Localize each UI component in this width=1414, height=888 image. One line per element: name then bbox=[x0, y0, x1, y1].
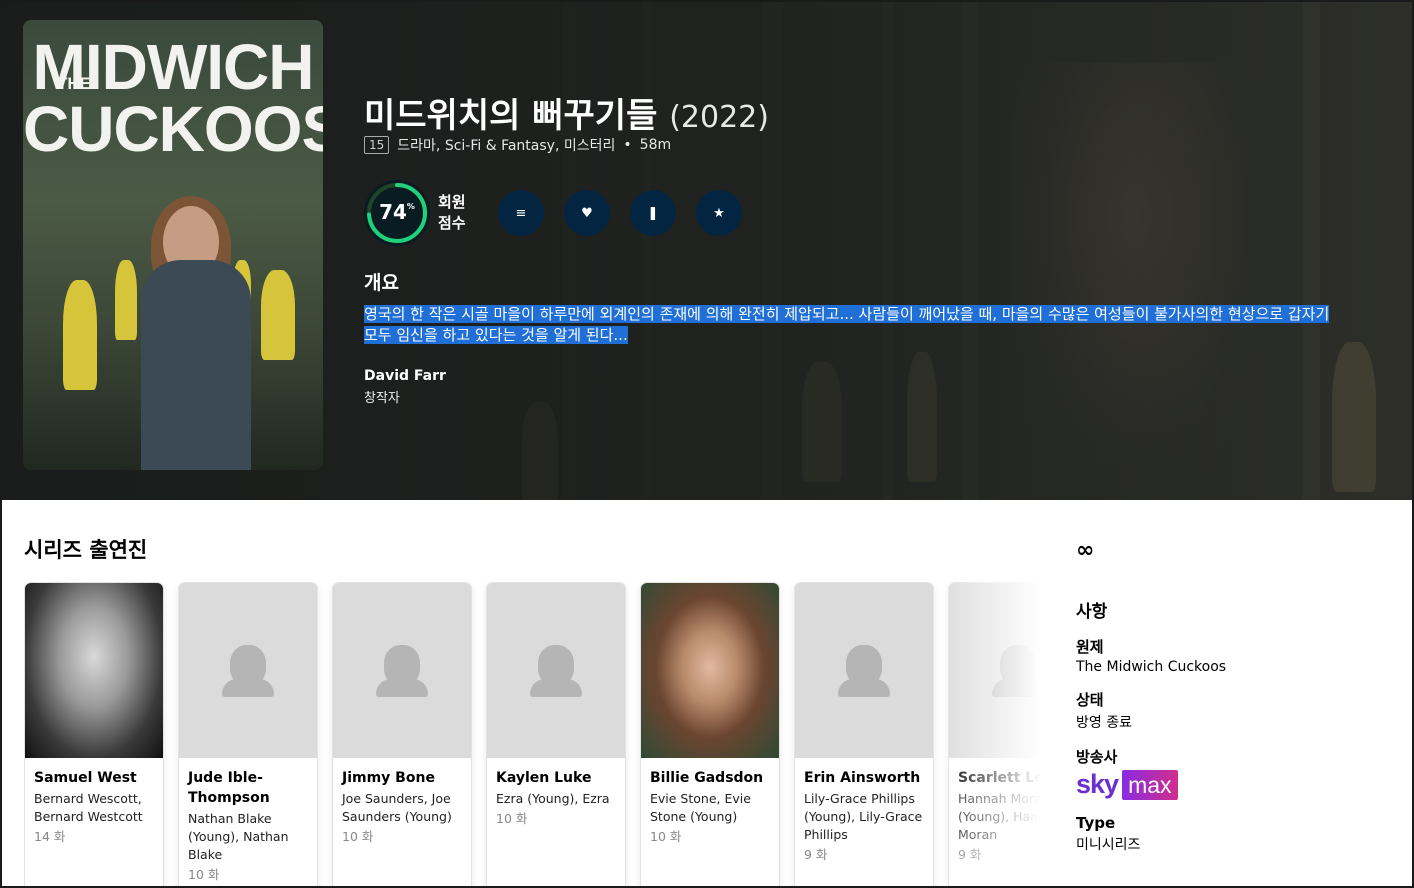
cast-episodes: 10 화 bbox=[650, 829, 682, 844]
cast-info: Kaylen Luke Ezra (Young), Ezra 10 화 bbox=[487, 758, 625, 838]
hero-header: MIDWICH CUCKOOS THE 미드위치의 뻐꾸기들 (2022) 15… bbox=[2, 2, 1412, 500]
placeholder-person-icon[interactable] bbox=[795, 583, 933, 758]
cast-heading: 시리즈 출연진 bbox=[24, 538, 148, 562]
cast-episodes: 14 화 bbox=[34, 829, 66, 844]
cast-scroller[interactable]: Samuel West Bernard Wescott, Bernard West… bbox=[24, 582, 1046, 886]
placeholder-person-icon[interactable] bbox=[333, 583, 471, 758]
runtime: 58m bbox=[639, 137, 672, 153]
show-title-text[interactable]: 미드위치의 뻐꾸기들 bbox=[364, 96, 657, 136]
cast-name[interactable]: Jimmy Bone bbox=[342, 768, 462, 788]
certification-badge: 15 bbox=[364, 136, 390, 154]
meta-separator: • bbox=[623, 137, 632, 153]
cast-photo[interactable] bbox=[25, 583, 163, 758]
show-title: 미드위치의 뻐꾸기들 (2022) bbox=[364, 88, 769, 137]
link-icon[interactable]: ∞ bbox=[1076, 538, 1396, 563]
bookmark-icon: ❚ bbox=[647, 205, 659, 221]
cast-episodes: 9 화 bbox=[804, 847, 828, 862]
cast-name[interactable]: Kaylen Luke bbox=[496, 768, 616, 788]
favorite-button[interactable]: ♥ bbox=[564, 190, 610, 236]
star-icon: ★ bbox=[713, 205, 725, 221]
poster-title-the: THE bbox=[57, 74, 91, 93]
cast-card[interactable]: Jude Ible-Thompson Nathan Blake (Young), … bbox=[178, 582, 318, 886]
score-value: 74% bbox=[379, 200, 415, 224]
creator-name[interactable]: David Farr bbox=[364, 368, 446, 384]
overview-heading: 개요 bbox=[364, 272, 399, 294]
action-bar: 74% 회원 점수 ≡ ♥ ❚ ★ bbox=[364, 180, 742, 246]
facts-sidebar: ∞ 사항 원제 The Midwich Cuckoos 상태 방영 종료 방송사… bbox=[1076, 538, 1396, 854]
cast-card[interactable]: Billie Gadsdon Evie Stone, Evie Stone (Yo… bbox=[640, 582, 780, 886]
heart-icon: ♥ bbox=[581, 205, 593, 221]
cast-card[interactable]: Jimmy Bone Joe Saunders, Joe Saunders (Yo… bbox=[332, 582, 472, 886]
rate-button[interactable]: ★ bbox=[696, 190, 742, 236]
cast-episodes: 10 화 bbox=[496, 811, 528, 826]
show-meta: 15 드라마, Sci-Fi & Fantasy, 미스터리 • 58m bbox=[364, 135, 671, 155]
cast-character: Lily-Grace Phillips (Young), Lily-Grace … bbox=[804, 791, 923, 842]
fact-type: Type 미니시리즈 bbox=[1076, 814, 1141, 853]
cast-character: Bernard Wescott, Bernard Westcott bbox=[34, 791, 143, 824]
list-icon: ≡ bbox=[515, 205, 527, 221]
cast-name[interactable]: Billie Gadsdon bbox=[650, 768, 770, 788]
genres[interactable]: 드라마, Sci-Fi & Fantasy, 미스터리 bbox=[397, 135, 615, 155]
cast-card[interactable]: Kaylen Luke Ezra (Young), Ezra 10 화 bbox=[486, 582, 626, 886]
placeholder-person-icon[interactable] bbox=[179, 583, 317, 758]
cast-character: Joe Saunders, Joe Saunders (Young) bbox=[342, 791, 452, 824]
score-label: 회원 점수 bbox=[438, 193, 466, 232]
fact-original-title: 원제 The Midwich Cuckoos bbox=[1076, 638, 1227, 675]
cast-info: Erin Ainsworth Lily-Grace Phillips (Young… bbox=[795, 758, 933, 874]
page: MIDWICH CUCKOOS THE 미드위치의 뻐꾸기들 (2022) 15… bbox=[0, 0, 1414, 888]
user-score-chart[interactable]: 74% bbox=[364, 180, 430, 246]
cast-name[interactable]: Erin Ainsworth bbox=[804, 768, 924, 788]
placeholder-person-icon[interactable] bbox=[487, 583, 625, 758]
cast-episodes: 10 화 bbox=[342, 829, 374, 844]
cast-info: Jimmy Bone Joe Saunders, Joe Saunders (Yo… bbox=[333, 758, 471, 856]
add-to-list-button[interactable]: ≡ bbox=[498, 190, 544, 236]
cast-info: Billie Gadsdon Evie Stone, Evie Stone (Yo… bbox=[641, 758, 779, 856]
cast-photo[interactable] bbox=[641, 583, 779, 758]
poster-title: MIDWICH CUCKOOS bbox=[23, 31, 323, 165]
cast-info: Samuel West Bernard Wescott, Bernard West… bbox=[25, 758, 163, 856]
cast-character: Evie Stone, Evie Stone (Young) bbox=[650, 791, 751, 824]
cast-character: Ezra (Young), Ezra bbox=[496, 791, 610, 806]
facts-heading: 사항 bbox=[1076, 602, 1108, 622]
cast-name[interactable]: Samuel West bbox=[34, 768, 154, 788]
watchlist-button[interactable]: ❚ bbox=[630, 190, 676, 236]
overview-text[interactable]: 영국의 한 작은 시골 마을이 하루만에 외계인의 존재에 의해 완전히 제압되… bbox=[364, 304, 1344, 346]
cast-character: Nathan Blake (Young), Nathan Blake bbox=[188, 811, 289, 862]
show-year: (2022) bbox=[669, 100, 769, 135]
cast-card[interactable]: Samuel West Bernard Wescott, Bernard West… bbox=[24, 582, 164, 886]
cast-info: Jude Ible-Thompson Nathan Blake (Young), … bbox=[179, 758, 317, 886]
cast-episodes: 10 화 bbox=[188, 867, 220, 882]
cast-card[interactable]: Erin Ainsworth Lily-Grace Phillips (Young… bbox=[794, 582, 934, 886]
network-logo[interactable]: sky max bbox=[1076, 769, 1396, 800]
creator: David Farr 창작자 bbox=[364, 368, 446, 406]
cast-name[interactable]: Jude Ible-Thompson bbox=[188, 768, 308, 808]
poster-image[interactable]: MIDWICH CUCKOOS THE bbox=[23, 20, 323, 470]
fact-status: 상태 방영 종료 bbox=[1076, 691, 1132, 731]
fact-network: 방송사 sky max bbox=[1076, 746, 1396, 800]
creator-role: 창작자 bbox=[364, 391, 400, 406]
